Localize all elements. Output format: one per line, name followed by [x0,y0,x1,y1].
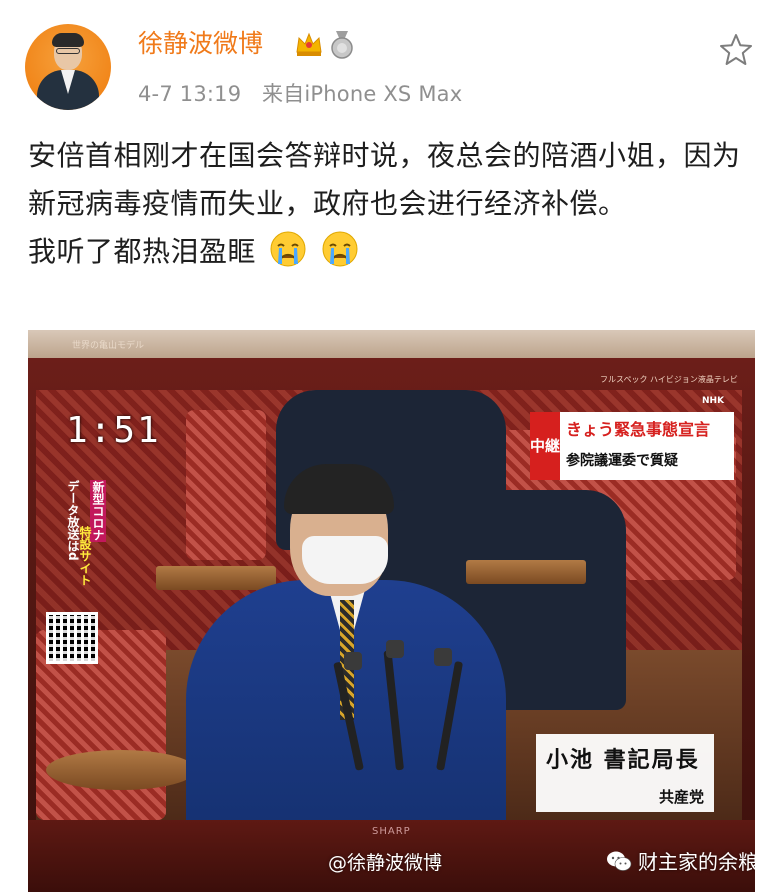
nhk-logo: NHK [702,396,725,406]
weibo-watermark: @徐静波微博 [328,852,443,874]
face-mask [302,536,388,584]
speaker-party: 共産党 [658,788,704,806]
tv-spec-label: フルスペック ハイビジョン液晶テレビ [600,375,738,384]
avatar[interactable] [25,24,111,110]
post-image[interactable]: 世界の亀山モデル フルスペック ハイビジョン液晶テレビ 1:51 新型コロナ 特… [28,330,755,892]
tv-model-label: 世界の亀山モデル [72,341,145,351]
speaker-name-caption: 小池 書記局長 共産党 [536,734,714,812]
post-text-line: 安倍首相刚才在国会答辩时说，夜总会的陪酒小姐，因为新冠病毒疫情而失业，政府也会进… [28,139,741,220]
broadcast-clock: 1:51 [66,410,161,451]
post-source: 来自iPhone XS Max [261,82,463,106]
speaker-name: 小池 書記局長 [546,748,700,773]
news-subheadline: 参院議運委で質疑 [566,453,678,469]
post-text: 安倍首相刚才在国会答辩时说，夜总会的陪酒小姐，因为新冠病毒疫情而失业，政府也会进… [28,132,756,276]
desk [156,566,276,590]
post-meta: 4-7 13:19 来自iPhone XS Max [138,80,462,108]
desk [466,560,586,584]
news-tag: 中継 [530,412,560,480]
desk [46,750,196,790]
post-timestamp: 4-7 13:19 [138,82,242,106]
tv-brand-logo: SHARP [372,826,411,837]
wechat-icon [607,851,632,871]
medal-icon [331,31,353,59]
crown-icon [296,32,322,56]
crying-face-icon [270,231,306,267]
tv-screen: 1:51 新型コロナ 特設サイト データ放送はd 中継 きょう緊急事態宣言 参院… [36,390,742,820]
post-text-line-2: 我听了都热泪盈眶 [28,228,756,276]
chair [186,410,266,560]
username[interactable]: 徐静波微博 [138,28,263,60]
favorite-star-icon[interactable] [718,32,754,68]
qr-code [46,612,98,664]
post-header: 徐静波微博 4-7 13:19 来自iPhone XS Max [0,0,782,120]
news-caption: 中継 きょう緊急事態宣言 参院議運委で質疑 [530,412,734,480]
side-caption: 新型コロナ 特設サイト データ放送はd [66,480,106,586]
wechat-watermark: 财主家的余粮 [606,846,755,875]
crying-face-icon [322,231,358,267]
news-headline: きょう緊急事態宣言 [566,420,711,439]
